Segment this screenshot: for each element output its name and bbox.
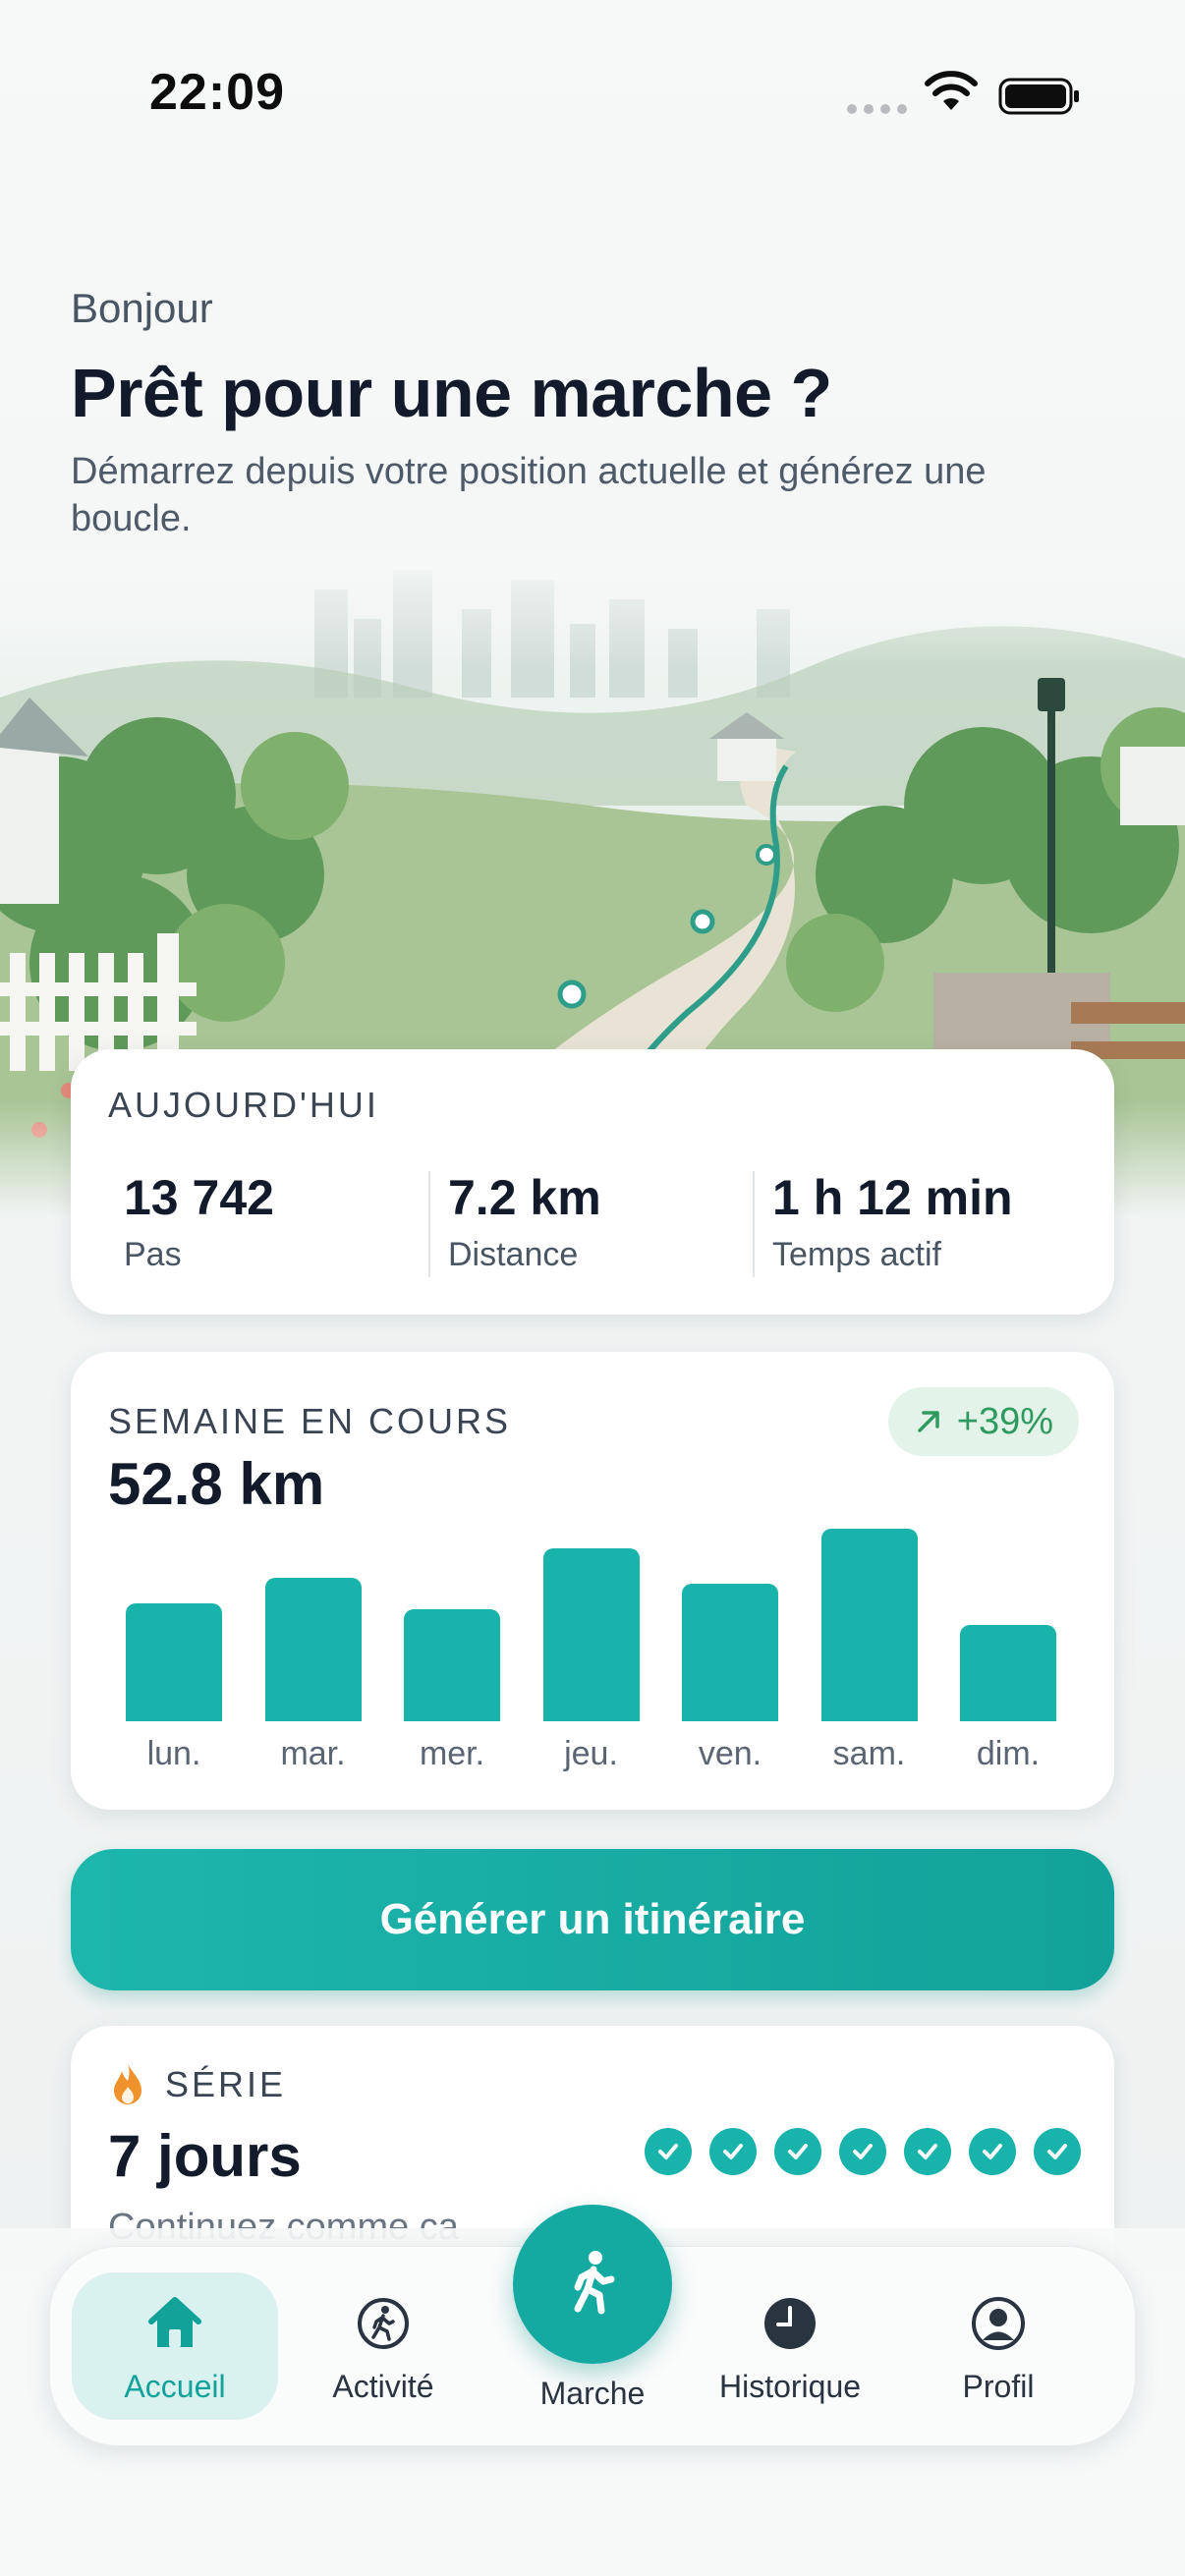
user-circle-icon: [972, 2297, 1025, 2350]
tab-label: Profil: [962, 2369, 1035, 2404]
tab-profile[interactable]: Profil: [895, 2272, 1101, 2420]
divider: [428, 1171, 430, 1277]
week-card: SEMAINE EN COURS 52.8 km +39% lun. mar. me…: [71, 1352, 1114, 1810]
stat-value: 7.2 km: [448, 1170, 601, 1225]
stat-active-time: 1 h 12 min Temps actif: [772, 1169, 1013, 1277]
tab-label: Activité: [332, 2369, 434, 2404]
streak-label: SÉRIE: [165, 2064, 287, 2104]
check-icon: [774, 2128, 821, 2175]
bar-0: [126, 1603, 222, 1721]
bar-1: [264, 1578, 362, 1721]
page-title: Prêt pour une marche ?: [71, 355, 832, 431]
bar-label: mar.: [280, 1735, 346, 1772]
check-icon: [904, 2128, 951, 2175]
wifi-icon: [925, 71, 978, 110]
home-icon: [148, 2297, 201, 2347]
stat-steps: 13 742 Pas: [124, 1169, 274, 1277]
stat-label: Temps actif: [772, 1236, 941, 1273]
streak-title: SÉRIE: [108, 2061, 286, 2108]
bar-4: [682, 1584, 778, 1721]
bar-label: sam.: [832, 1735, 906, 1772]
page-subtitle: Démarrez depuis votre position actuelle …: [71, 451, 987, 539]
check-icon: [969, 2128, 1016, 2175]
bar-3: [542, 1548, 640, 1721]
stat-label: Distance: [448, 1236, 579, 1273]
weekly-bar-chart: lun. mar. mer. jeu. ven. sam. dim.: [71, 1352, 1114, 1810]
tab-walk-label[interactable]: Marche: [493, 2376, 692, 2412]
stat-value: 13 742: [124, 1170, 274, 1225]
greeting: Bonjour: [71, 285, 213, 331]
stat-label: Pas: [124, 1236, 182, 1273]
bar-5: [820, 1529, 918, 1721]
flame-icon: [114, 2063, 141, 2104]
bar-label: jeu.: [564, 1735, 618, 1772]
walker-circle-icon: [358, 2298, 409, 2349]
walking-person-icon: [574, 2251, 615, 2315]
bar-label: mer.: [419, 1735, 485, 1772]
check-icon: [839, 2128, 886, 2175]
clock-icon: [764, 2298, 816, 2349]
tab-home[interactable]: Accueil: [72, 2272, 278, 2420]
check-icon: [645, 2128, 692, 2175]
status-bar: 22:09: [0, 0, 1185, 187]
streak-day-checks: [645, 2128, 1081, 2175]
stat-value: 1 h 12 min: [772, 1170, 1013, 1225]
streak-days: 7 jours: [108, 2123, 302, 2189]
tab-history[interactable]: Historique: [687, 2272, 893, 2420]
check-icon: [709, 2128, 757, 2175]
status-time: 22:09: [149, 64, 285, 121]
bar-label: ven.: [698, 1735, 762, 1772]
bar-6: [960, 1625, 1056, 1721]
stat-distance: 7.2 km Distance: [448, 1169, 601, 1277]
bar-label: lun.: [146, 1735, 201, 1772]
check-icon: [1034, 2128, 1081, 2175]
today-label: AUJOURD'HUI: [108, 1085, 379, 1125]
signal-dots-icon: [847, 104, 907, 114]
tab-label: Historique: [718, 2369, 862, 2404]
generate-route-button[interactable]: Générer un itinéraire: [71, 1849, 1114, 1990]
divider: [753, 1171, 755, 1277]
bar-2: [404, 1609, 500, 1721]
bar-label: dim.: [976, 1735, 1041, 1772]
start-walk-button[interactable]: [513, 2205, 672, 2364]
battery-icon: [998, 78, 1079, 115]
tab-activity[interactable]: Activité: [280, 2272, 486, 2420]
today-card: AUJOURD'HUI 13 742 Pas 7.2 km Distance 1…: [71, 1049, 1114, 1315]
tab-label: Accueil: [124, 2369, 226, 2404]
